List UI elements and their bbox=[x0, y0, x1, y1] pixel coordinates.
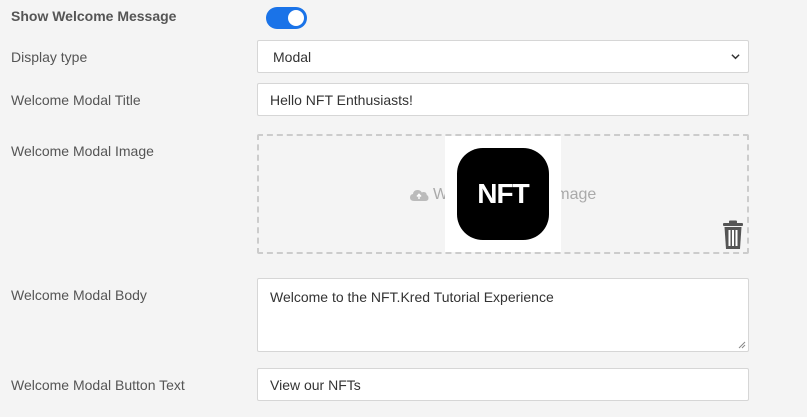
show-welcome-toggle[interactable] bbox=[266, 7, 307, 29]
display-type-label: Display type bbox=[11, 49, 88, 65]
show-welcome-label: Show Welcome Message bbox=[11, 8, 177, 24]
display-type-value: Modal bbox=[273, 48, 312, 65]
modal-image-label: Welcome Modal Image bbox=[11, 143, 154, 159]
button-text-value: View our NFTs bbox=[270, 376, 361, 393]
resize-grip-icon[interactable] bbox=[738, 341, 746, 349]
chevron-down-icon bbox=[731, 54, 740, 60]
modal-image-preview: NFT bbox=[445, 136, 561, 252]
toggle-knob bbox=[288, 10, 304, 26]
button-text-label: Welcome Modal Button Text bbox=[11, 377, 185, 393]
button-text-input[interactable]: View our NFTs bbox=[257, 368, 749, 401]
trash-icon[interactable] bbox=[721, 220, 745, 250]
display-type-select[interactable]: Modal bbox=[257, 40, 749, 73]
modal-title-input[interactable]: Hello NFT Enthusiasts! bbox=[257, 83, 749, 116]
modal-body-value: Welcome to the NFT.Kred Tutorial Experie… bbox=[270, 289, 554, 305]
modal-image-dropzone[interactable]: Welcome Modal Image NFT bbox=[257, 134, 749, 254]
modal-title-value: Hello NFT Enthusiasts! bbox=[270, 91, 413, 108]
nft-logo: NFT bbox=[457, 148, 549, 240]
cloud-upload-icon bbox=[410, 190, 429, 201]
modal-title-label: Welcome Modal Title bbox=[11, 92, 141, 108]
modal-body-textarea[interactable]: Welcome to the NFT.Kred Tutorial Experie… bbox=[257, 278, 749, 352]
modal-body-label: Welcome Modal Body bbox=[11, 287, 147, 303]
